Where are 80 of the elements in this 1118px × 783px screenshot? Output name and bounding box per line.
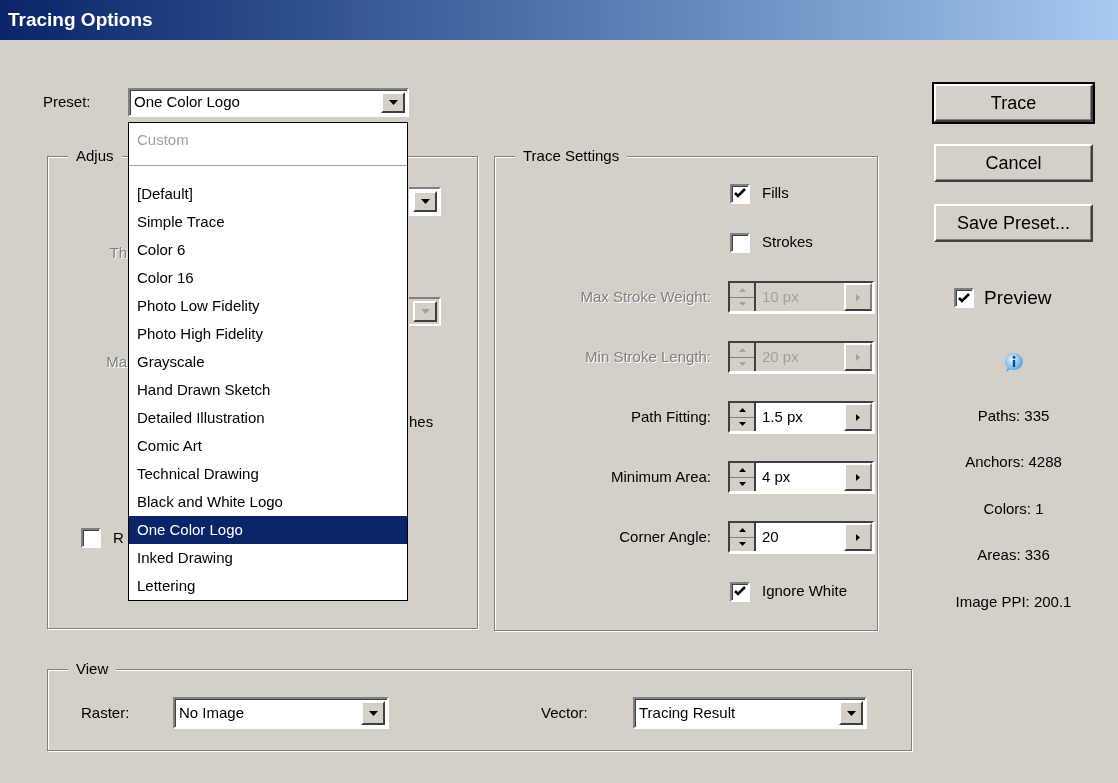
- field-label: Vector:: [541, 702, 589, 723]
- dropdown-button[interactable]: [839, 701, 863, 725]
- checkbox[interactable]: [81, 528, 101, 548]
- list-item[interactable]: Hand Drawn Sketch: [129, 376, 407, 404]
- menu-button[interactable]: [844, 403, 872, 431]
- dialog-button[interactable]: Save Preset...: [934, 204, 1093, 242]
- field-label: Minimum Area:: [609, 466, 711, 487]
- spinner-field[interactable]: 1.5 px: [728, 401, 874, 433]
- dropdown[interactable]: Tracing Result: [633, 697, 867, 729]
- stat-text: Anchors: 4288: [965, 452, 1062, 472]
- checkbox[interactable]: [730, 581, 750, 602]
- play-arrow-icon: [856, 473, 860, 481]
- up-arrow-icon: [738, 527, 746, 532]
- list-item[interactable]: Black and White Logo: [129, 488, 407, 516]
- down-arrow-icon: [738, 422, 746, 427]
- play-arrow-icon: [856, 353, 860, 361]
- field-label: Ma: [106, 352, 127, 372]
- up-arrow-icon: [738, 407, 746, 412]
- stat-text: Image PPI: 200.1: [955, 591, 1072, 612]
- field-label: Th: [109, 243, 127, 263]
- check-icon: [958, 292, 970, 304]
- dialog-button[interactable]: Cancel: [934, 144, 1093, 182]
- preset-label: Preset:: [43, 92, 92, 113]
- dropdown[interactable]: No Image: [173, 697, 389, 729]
- down-arrow-icon: [738, 302, 746, 307]
- window-title: Tracing Options: [8, 7, 153, 32]
- list-item[interactable]: Detailed Illustration: [129, 404, 407, 432]
- caret-down-icon: [388, 100, 398, 105]
- list-item[interactable]: [Default]: [129, 180, 407, 208]
- check-icon: [734, 188, 746, 199]
- checkbox-label: Strokes: [762, 232, 813, 253]
- stat-text: Paths: 335: [977, 405, 1050, 426]
- dropdown-button[interactable]: [361, 701, 385, 725]
- dropdown[interactable]: One Color Logo: [128, 88, 409, 117]
- list-item[interactable]: Grayscale: [129, 348, 407, 376]
- list-item[interactable]: Color 16: [129, 264, 407, 292]
- checkbox-label: R: [113, 528, 124, 548]
- list-item[interactable]: Photo High Fidelity: [129, 320, 407, 348]
- checkbox-label: Preview: [984, 286, 1052, 310]
- field-label: Corner Angle:: [618, 526, 711, 547]
- spinner-field[interactable]: 20: [728, 521, 874, 553]
- check-icon: [734, 586, 746, 597]
- play-arrow-icon: [856, 413, 860, 421]
- list-item[interactable]: Inked Drawing: [129, 544, 407, 572]
- field-label: Raster:: [81, 702, 131, 723]
- list-item[interactable]: Simple Trace: [129, 208, 407, 236]
- menu-button[interactable]: [844, 523, 872, 551]
- field-label: Min Stroke Length:: [584, 346, 711, 367]
- spinner-field[interactable]: 4 px: [728, 461, 874, 493]
- list-item[interactable]: Technical Drawing: [129, 460, 407, 488]
- down-arrow-icon: [738, 542, 746, 547]
- play-arrow-icon: [856, 533, 860, 541]
- caret-down-icon: [846, 710, 856, 716]
- down-arrow-icon: [738, 362, 746, 367]
- dialog-button[interactable]: Trace: [934, 84, 1093, 122]
- menu-button[interactable]: [844, 463, 872, 491]
- field-label: hes: [409, 412, 434, 432]
- list-item[interactable]: Lettering: [129, 572, 407, 600]
- down-arrow-icon: [738, 482, 746, 487]
- field-label: Path Fitting:: [629, 406, 711, 427]
- field-label: Max Stroke Weight:: [579, 286, 711, 307]
- checkbox-label: Ignore White: [762, 581, 848, 602]
- up-arrow-icon: [738, 287, 746, 292]
- list-item[interactable]: Comic Art: [129, 432, 407, 460]
- checkbox-label: Fills: [762, 183, 789, 204]
- up-arrow-icon: [738, 347, 746, 352]
- checkbox[interactable]: [954, 288, 974, 309]
- up-arrow-icon: [738, 467, 746, 472]
- checkbox[interactable]: [730, 183, 750, 204]
- caret-down-icon: [368, 710, 378, 716]
- checkbox[interactable]: [730, 232, 750, 253]
- dropdown-button[interactable]: [381, 92, 405, 113]
- stat-text: Areas: 336: [977, 545, 1050, 565]
- list-item[interactable]: Color 6: [129, 236, 407, 264]
- list-item[interactable]: Photo Low Fidelity: [129, 292, 407, 320]
- caret-down-icon: [420, 199, 430, 204]
- list-item[interactable]: One Color Logo: [129, 516, 407, 544]
- caret-down-icon: [420, 309, 430, 314]
- stat-text: Colors: 1: [983, 498, 1044, 519]
- play-arrow-icon: [856, 293, 860, 301]
